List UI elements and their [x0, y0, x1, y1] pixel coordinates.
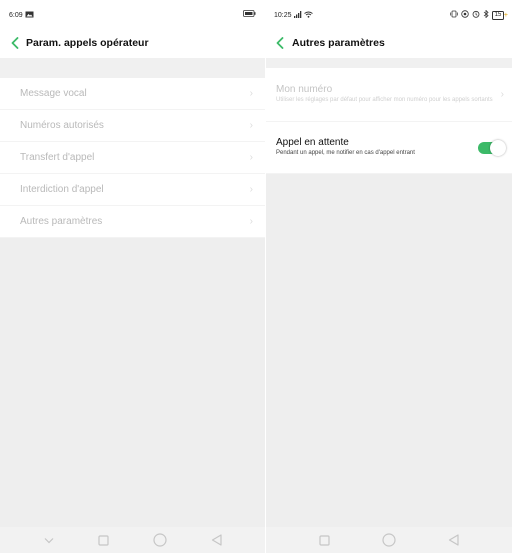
battery-icon	[243, 10, 256, 19]
list-item-label: Autres paramètres	[20, 216, 103, 227]
bluetooth-icon	[483, 9, 489, 20]
alarm-icon	[472, 10, 480, 20]
page-title: Autres paramètres	[292, 37, 385, 49]
image-icon	[25, 11, 34, 20]
toggle-knob	[490, 139, 506, 156]
list-item-title: Mon numéro	[276, 84, 333, 96]
home-circle-icon[interactable]	[382, 533, 396, 547]
back-button[interactable]	[266, 28, 288, 58]
list-item-appel-en-attente[interactable]: Appel en attente Pendant un appel, me no…	[266, 122, 512, 174]
settings-list: Mon numéro Utiliser les réglages par déf…	[266, 68, 512, 174]
back-arrow-icon	[11, 37, 19, 49]
list-item-interdiction-appel[interactable]: Interdiction d'appel ›	[0, 174, 265, 206]
back-triangle-icon[interactable]	[211, 534, 222, 546]
list-item-label: Interdiction d'appel	[20, 184, 104, 195]
list-item-label: Transfert d'appel	[20, 152, 95, 163]
status-bar: 6:09	[0, 0, 265, 28]
list-item-numeros-autorises[interactable]: Numéros autorisés ›	[0, 110, 265, 142]
list-item-mon-numero: Mon numéro Utiliser les réglages par déf…	[266, 68, 512, 122]
list-item-subtitle: Utiliser les réglages par défaut pour af…	[276, 97, 493, 104]
charging-icon: +	[503, 11, 508, 19]
chevron-right-icon: ›	[249, 216, 253, 227]
chevron-right-icon: ›	[249, 152, 253, 163]
list-item-label: Numéros autorisés	[20, 120, 104, 131]
page-title: Param. appels opérateur	[26, 37, 149, 49]
title-bar: Param. appels opérateur	[0, 28, 265, 58]
right-screen: 10:25 15 + Autres paramètres Mon numéro …	[266, 0, 512, 553]
signal-icon	[293, 11, 302, 20]
section-gap	[0, 58, 265, 78]
back-button[interactable]	[0, 28, 22, 58]
battery-level: 15	[492, 10, 504, 20]
chevron-right-icon: ›	[249, 184, 253, 195]
section-gap	[266, 58, 512, 68]
chevron-down-icon[interactable]	[44, 537, 54, 544]
chevron-right-icon: ›	[249, 88, 253, 99]
list-item-transfert-appel[interactable]: Transfert d'appel ›	[0, 142, 265, 174]
vibrate-icon	[450, 10, 459, 20]
list-item-autres-parametres[interactable]: Autres paramètres ›	[0, 206, 265, 238]
status-bar: 10:25 15 +	[266, 0, 512, 28]
chevron-right-icon: ›	[249, 120, 253, 131]
back-arrow-icon	[276, 37, 284, 49]
list-item-message-vocal[interactable]: Message vocal ›	[0, 78, 265, 110]
list-item-subtitle: Pendant un appel, me notifier en cas d'a…	[276, 150, 415, 157]
location-icon	[461, 10, 469, 20]
list-item-title: Appel en attente	[276, 137, 349, 149]
title-bar: Autres paramètres	[266, 28, 512, 58]
recents-square-icon[interactable]	[319, 534, 330, 546]
list-item-label: Message vocal	[20, 88, 87, 99]
recents-square-icon[interactable]	[97, 534, 109, 546]
navigation-bar	[0, 527, 265, 553]
settings-list: Message vocal › Numéros autorisés › Tran…	[0, 78, 265, 238]
navigation-bar	[266, 527, 512, 553]
back-triangle-icon[interactable]	[448, 534, 459, 546]
call-waiting-toggle[interactable]	[478, 139, 506, 156]
status-time: 6:09	[9, 12, 23, 19]
status-time: 10:25	[274, 12, 292, 19]
left-screen: 6:09 Param. appels opérateur Message voc…	[0, 0, 265, 553]
chevron-right-icon: ›	[500, 89, 504, 100]
home-circle-icon[interactable]	[152, 533, 167, 547]
wifi-icon	[303, 11, 313, 20]
battery-icon: 15 +	[492, 10, 508, 20]
